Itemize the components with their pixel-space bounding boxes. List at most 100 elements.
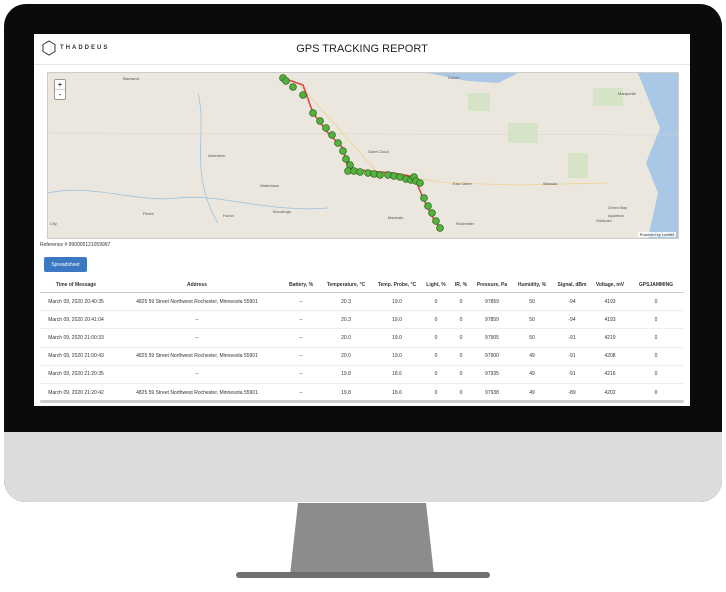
zoom-in-button[interactable]: +: [55, 80, 65, 90]
table-cell: 97859: [472, 292, 512, 312]
column-header[interactable]: Battery, %: [282, 278, 320, 293]
route-marker[interactable]: [356, 168, 364, 176]
route-marker[interactable]: [299, 91, 307, 99]
column-header[interactable]: Temp. Probe, °C: [372, 278, 422, 293]
table-cell: 0: [450, 292, 472, 312]
route-marker[interactable]: [282, 77, 290, 85]
table-cell: March 09, 2020 21:00:33: [40, 328, 112, 348]
table-cell: -94: [552, 310, 592, 330]
table-cell: 0: [450, 347, 472, 366]
table-cell: 4202: [592, 383, 628, 403]
table-cell: --: [282, 383, 320, 403]
table-cell: March 09, 2020 21:20:42: [40, 383, 112, 403]
table-row: March 09, 2020 21:20:35 -- -- 19.8 18.6 0 0 979…: [40, 365, 684, 384]
table-cell: 97859: [472, 310, 512, 330]
table-cell: 4825 59 Street Northwest Rochester, Minn…: [112, 347, 282, 366]
route-marker[interactable]: [416, 179, 424, 187]
route-marker[interactable]: [289, 83, 297, 91]
map-place-label: Aberdeen: [208, 153, 226, 158]
map-place-label: Pierre: [143, 211, 154, 216]
table-cell: 19.8: [320, 383, 372, 403]
column-header[interactable]: Pressure, Pa: [472, 278, 512, 293]
table-cell: 18.6: [372, 365, 422, 384]
route-marker[interactable]: [376, 171, 384, 179]
column-header[interactable]: Voltage, mV: [592, 278, 628, 293]
monitor-chin: [4, 432, 722, 502]
route-marker[interactable]: [420, 194, 428, 202]
map-place-label: Marquette: [618, 91, 637, 96]
column-header[interactable]: Time of Message: [40, 278, 112, 293]
table-header-row: Time of Message Address Battery, % Temperat…: [40, 278, 684, 293]
table-cell: 0: [422, 365, 450, 384]
map-place-label: Duluth: [448, 75, 460, 80]
table-cell: --: [282, 310, 320, 330]
page-header: THADDEUS GPS TRACKING REPORT: [34, 34, 690, 65]
table-cell: 0: [450, 383, 472, 403]
table-cell: March 09, 2020 21:00:43: [40, 347, 112, 366]
table-cell: 19.0: [372, 328, 422, 348]
route-marker[interactable]: [339, 147, 347, 155]
table-cell: 0: [628, 347, 684, 366]
table-cell: 0: [422, 310, 450, 330]
table-cell: March 09, 2020 21:20:35: [40, 365, 112, 384]
telemetry-table: Time of Message Address Battery, % Temperat…: [40, 278, 684, 406]
table-cell: March 09, 2020 20:41:04: [40, 310, 112, 330]
table-cell: 50: [512, 310, 552, 330]
map[interactable]: Bismarck Duluth Aberdeen Watertown Brookings…: [47, 72, 679, 239]
table-cell: 4208: [592, 347, 628, 366]
route-marker[interactable]: [428, 209, 436, 217]
table-cell: 0: [422, 328, 450, 348]
table-cell: 0: [422, 292, 450, 312]
table-cell: 50: [512, 328, 552, 348]
table-cell: -91: [552, 347, 592, 366]
table-cell: 0: [450, 310, 472, 330]
route-marker[interactable]: [316, 117, 324, 125]
table-cell: 97935: [472, 365, 512, 384]
table-cell: 20.3: [320, 310, 372, 330]
route-marker[interactable]: [436, 224, 444, 232]
route-marker[interactable]: [322, 124, 330, 132]
map-place-label: City: [50, 221, 57, 226]
table-cell: 19.0: [372, 292, 422, 312]
table-cell: 4825 59 Street Northwest Rochester, Minn…: [112, 383, 282, 403]
table-cell: --: [112, 310, 282, 330]
table-cell: 49: [512, 347, 552, 366]
horizontal-scrollbar[interactable]: [40, 400, 684, 403]
column-header[interactable]: GPSJAMMING: [628, 278, 684, 293]
table-cell: 0: [628, 292, 684, 312]
zoom-control: + -: [54, 79, 66, 100]
map-place-label: Brookings: [273, 209, 291, 214]
table-row: March 09, 2020 21:20:42 4825 59 Street No…: [40, 383, 684, 403]
table-cell: 0: [628, 365, 684, 384]
map-attribution[interactable]: Powered by Leaflet: [637, 232, 676, 237]
route-marker[interactable]: [334, 139, 342, 147]
table-cell: March 09, 2020 20:40:35: [40, 292, 112, 312]
column-header[interactable]: Humidity, %: [512, 278, 552, 293]
table-cell: 19.8: [320, 365, 372, 384]
map-place-label: Oshkosh: [596, 218, 612, 223]
monitor-stand-base: [236, 572, 490, 578]
route-marker[interactable]: [309, 109, 317, 117]
table-cell: -91: [552, 365, 592, 384]
route-marker[interactable]: [342, 155, 350, 163]
zoom-out-button[interactable]: -: [55, 90, 65, 99]
map-place-label: Wausau: [543, 181, 558, 186]
column-header[interactable]: IR, %: [450, 278, 472, 293]
report-page: THADDEUS GPS TRACKING REPORT Bismarck Dul…: [34, 34, 690, 406]
table-cell: 0: [628, 310, 684, 330]
column-header[interactable]: Light, %: [422, 278, 450, 293]
spreadsheet-button[interactable]: Spreadsheet: [44, 257, 87, 272]
route-marker[interactable]: [432, 217, 440, 225]
route-marker[interactable]: [328, 131, 336, 139]
table-cell: --: [282, 347, 320, 366]
table-cell: 18.6: [372, 383, 422, 403]
table-cell: 20.3: [320, 292, 372, 312]
table-cell: --: [282, 328, 320, 348]
column-header[interactable]: Temperature, °C: [320, 278, 372, 293]
table-cell: --: [112, 328, 282, 348]
route-marker[interactable]: [424, 202, 432, 210]
column-header[interactable]: Address: [112, 278, 282, 293]
column-header[interactable]: Signal, dBm: [552, 278, 592, 293]
table-cell: 4219: [592, 328, 628, 348]
table-cell: 0: [422, 347, 450, 366]
